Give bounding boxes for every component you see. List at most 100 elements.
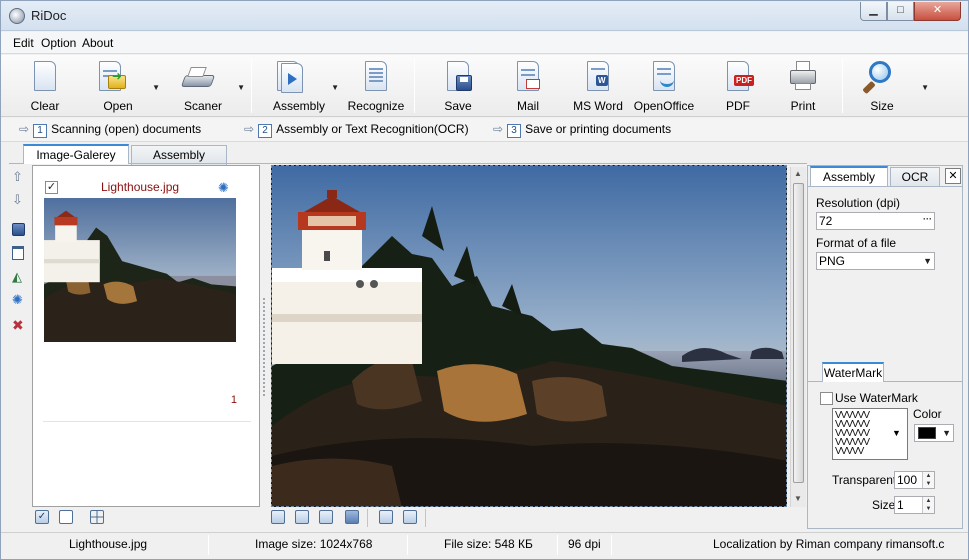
tab-ocr[interactable]: OCR (890, 167, 940, 187)
open-dropdown-icon[interactable]: ▼ (152, 83, 160, 92)
spin-buttons[interactable]: ▲ ▼ (922, 472, 934, 488)
mirror-icon[interactable]: ◭ (12, 269, 28, 285)
app-logo-icon (9, 8, 25, 24)
menu-option[interactable]: Option (41, 36, 76, 50)
size-label: Size (870, 99, 894, 113)
pdf-button[interactable]: PDF PDF (702, 59, 774, 113)
assembly-button[interactable]: Assembly ▼ (261, 59, 345, 113)
clipboard-icon[interactable] (12, 246, 28, 262)
arrow-right-icon: ⇨ (244, 122, 255, 136)
save-label: Save (444, 99, 472, 113)
image-viewer[interactable] (271, 165, 787, 507)
thumbnail-settings-icon[interactable]: ✺ (218, 180, 229, 196)
minimize-button[interactable]: ▁ (860, 2, 887, 21)
open-label: Open (103, 99, 133, 113)
actual-size-icon[interactable] (379, 510, 393, 524)
scrollbar-thumb[interactable] (793, 183, 804, 483)
settings-icon[interactable]: ✺ (12, 292, 28, 308)
status-bar: Lighthouse.jpg Image size: 1024x768 File… (1, 532, 968, 559)
size-dropdown-icon[interactable]: ▼ (921, 83, 929, 92)
size-button[interactable]: Size ▼ (847, 59, 937, 113)
select-none-icon[interactable] (59, 510, 73, 524)
open-button[interactable]: ➜ Open ▼ (82, 59, 166, 113)
app-window: RiDoc ▁ □ ✕ Edit Option About Clear ➜ Op… (0, 0, 969, 560)
format-value: PNG (819, 254, 846, 268)
use-watermark-checkbox[interactable] (820, 392, 833, 405)
close-window-button[interactable]: ✕ (914, 2, 961, 21)
chevron-down-icon: ▼ (942, 428, 951, 438)
menu-edit[interactable]: Edit (13, 36, 34, 50)
mail-button[interactable]: Mail (492, 59, 564, 113)
step-assembly[interactable]: ⇨ 2 Assembly or Text Recognition(OCR) (244, 122, 469, 138)
align-center-icon[interactable] (295, 510, 309, 524)
spin-buttons[interactable]: ▲ ▼ (922, 497, 934, 513)
gallery-item[interactable]: ✓ Lighthouse.jpg ✺ 1 (43, 176, 251, 422)
thumbnail-image[interactable] (44, 198, 236, 342)
splitter-handle[interactable] (262, 297, 266, 397)
format-select[interactable]: PNG ▼ (816, 252, 935, 270)
tool-separator (367, 509, 368, 527)
status-filename: Lighthouse.jpg (69, 537, 148, 551)
grid-view-icon[interactable] (90, 510, 104, 524)
magnifier-icon (862, 61, 895, 95)
settings-panel: Assembly OCR ✕ Resolution (dpi) 72 ··· F… (807, 165, 963, 529)
word-icon: W (584, 61, 612, 93)
align-left-icon[interactable] (271, 510, 285, 524)
delete-icon[interactable]: ✖ (12, 317, 28, 333)
align-right-icon[interactable] (319, 510, 333, 524)
transparent-input[interactable]: 100 ▲ ▼ (894, 471, 935, 489)
step-save[interactable]: ⇨ 3 Save or printing documents (493, 122, 671, 138)
step-scan[interactable]: ⇨ 1 Scanning (open) documents (19, 122, 201, 138)
save-button[interactable]: Save (422, 59, 494, 113)
thumbnail-checkbox[interactable]: ✓ (45, 181, 58, 194)
scroll-up-icon[interactable]: ▲ (794, 169, 802, 178)
scaner-dropdown-icon[interactable]: ▼ (237, 83, 245, 92)
recognize-button[interactable]: Recognize (341, 59, 411, 113)
save-small-icon[interactable] (12, 223, 28, 239)
tab-watermark[interactable]: WaterMark (822, 362, 884, 382)
pattern-dropdown-icon[interactable]: ▼ (892, 428, 901, 438)
gallery-tool-strip: ⇧ ⇩ ◭ ✺ ✖ (9, 165, 31, 505)
move-up-icon[interactable]: ⇧ (12, 169, 28, 185)
size-value: 1 (897, 498, 904, 512)
step-number: 1 (33, 124, 48, 138)
toolbar-separator (251, 59, 252, 113)
resolution-input[interactable]: 72 ··· (816, 212, 935, 230)
scroll-down-icon[interactable]: ▼ (794, 494, 802, 503)
fit-page-icon[interactable] (345, 510, 359, 524)
tab-assembly[interactable]: Assembly (131, 145, 227, 165)
step-label: Assembly or Text Recognition(OCR) (276, 122, 469, 136)
openoffice-button[interactable]: OpenOffice (627, 59, 701, 113)
more-options-icon[interactable]: ··· (923, 211, 932, 227)
select-all-icon[interactable]: ✓ (35, 510, 49, 524)
status-image-size: Image size: 1024x768 (255, 537, 373, 551)
color-picker[interactable]: ▼ (914, 424, 954, 442)
pdf-label: PDF (726, 99, 750, 113)
move-down-icon[interactable]: ⇩ (12, 192, 28, 208)
step-number: 3 (507, 124, 522, 138)
close-panel-button[interactable]: ✕ (945, 168, 961, 184)
tab-assembly-settings[interactable]: Assembly (810, 166, 888, 186)
maximize-button[interactable]: □ (887, 2, 914, 21)
tab-image-galerey[interactable]: Image-Galerey (23, 144, 129, 164)
menu-about[interactable]: About (82, 36, 113, 50)
recognize-icon (362, 61, 390, 93)
resolution-label: Resolution (dpi) (816, 196, 901, 210)
window-title: RiDoc (31, 8, 67, 23)
scaner-button[interactable]: Scaner ▼ (169, 59, 251, 113)
image-gallery: ✓ Lighthouse.jpg ✺ 1 (32, 165, 260, 507)
assembly-dropdown-icon[interactable]: ▼ (331, 83, 339, 92)
msword-button[interactable]: W MS Word (562, 59, 634, 113)
title-bar: RiDoc ▁ □ ✕ (1, 1, 968, 31)
viewer-scrollbar[interactable]: ▲ ▼ (790, 167, 806, 507)
fit-width-icon[interactable] (403, 510, 417, 524)
arrow-right-icon: ⇨ (493, 122, 504, 136)
blank-page-icon (31, 61, 59, 93)
transparent-label: Transparent (832, 473, 897, 487)
status-divider (208, 535, 209, 555)
size-input[interactable]: 1 ▲ ▼ (894, 496, 935, 514)
status-localization: Localization by Riman company rimansoft.… (713, 537, 945, 551)
status-divider (557, 535, 558, 555)
assembly-label: Assembly (272, 99, 325, 113)
status-divider (407, 535, 408, 555)
